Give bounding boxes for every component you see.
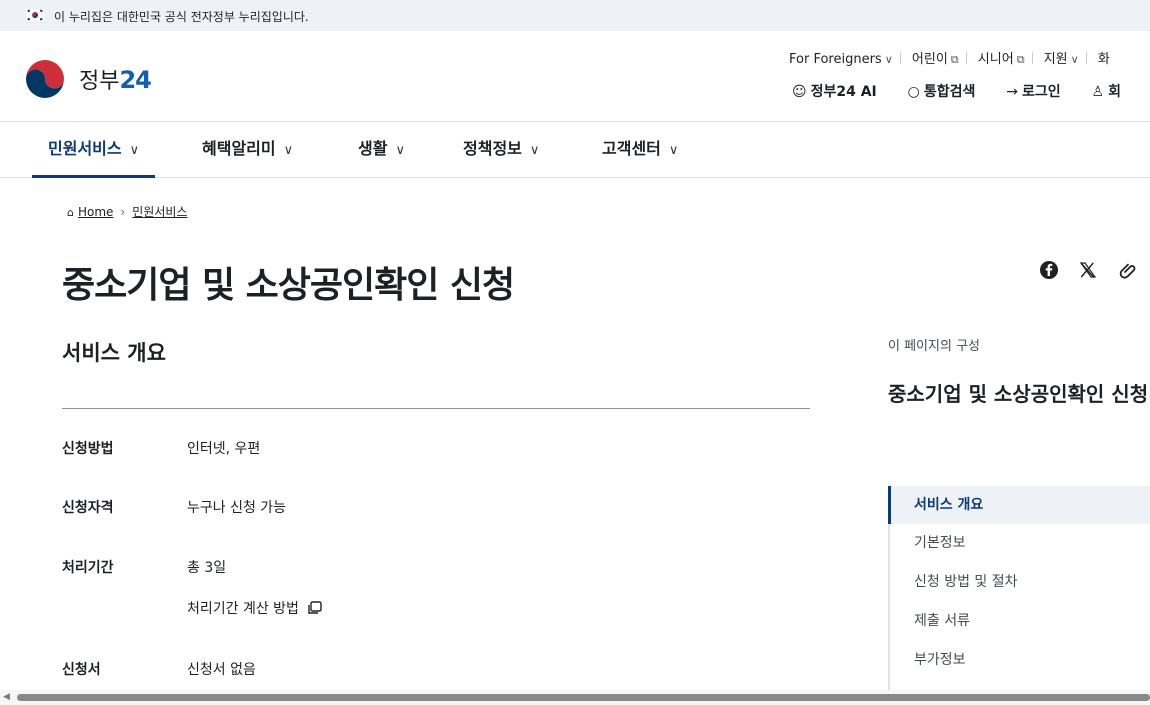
gnb-item-life[interactable]: 생활 ∨ — [358, 122, 405, 178]
popup-window-icon — [308, 601, 323, 614]
signup-button[interactable]: ♙ 회 — [1092, 81, 1121, 101]
chevron-down-icon: ∨ — [668, 143, 679, 158]
util-link-support[interactable]: 지원 ∨ — [1044, 48, 1079, 67]
x-twitter-icon[interactable] — [1078, 260, 1098, 280]
gov24-logo-emblem-icon[interactable] — [22, 56, 68, 102]
external-link-icon: ⧉ — [1016, 53, 1025, 66]
header-actions: ☺ 정부24 AI ○ 통합검색 → 로그인 ♙ 회 — [792, 81, 1147, 101]
facebook-icon[interactable] — [1039, 260, 1059, 280]
processing-period-calc-link[interactable]: 처리기간 계산 방법 — [187, 598, 323, 618]
gnb-item-customer-center[interactable]: 고객센터 ∨ — [602, 122, 678, 178]
toc-caption: 이 페이지의 구성 — [888, 339, 980, 354]
logo-text-number: 24 — [119, 66, 151, 94]
section-title-service-overview: 서비스 개요 — [62, 341, 166, 365]
field-label-processing-period: 처리기간 — [62, 560, 114, 576]
logo-text-prefix: 정부 — [79, 69, 120, 94]
gnb-item-policy[interactable]: 정책정보 ∨ — [463, 122, 539, 178]
chevron-down-icon: ∨ — [283, 143, 294, 158]
site-header: 정부24 For Foreigners ∨ 어린이 ⧉ 시니어 ⧉ 지원 ∨ 화 ☺ 정부… — [0, 31, 1150, 122]
gov-banner-text: 이 누리집은 대한민국 공식 전자정부 누리집입니다. — [54, 10, 309, 24]
chevron-down-icon: ∨ — [395, 143, 405, 158]
field-label-eligibility: 신청자격 — [62, 500, 114, 516]
breadcrumb-separator: › — [120, 205, 126, 219]
toc-list: 서비스 개요 기본정보 신청 방법 및 절차 제출 서류 부가정보 — [888, 486, 1150, 690]
field-value-application-form: 신청서 없음 — [187, 662, 256, 678]
util-link-children[interactable]: 어린이 ⧉ — [912, 48, 959, 67]
ai-robot-icon: ☺ — [792, 84, 807, 100]
home-icon: ⌂ — [67, 206, 74, 219]
chevron-down-icon: ∨ — [529, 143, 540, 158]
gov24-logo-text[interactable]: 정부24 — [79, 63, 152, 95]
util-link-senior[interactable]: 시니어 ⧉ — [978, 48, 1025, 67]
main-navigation: 민원서비스 ∨ 혜택알리미 ∨ 생활 ∨ 정책정보 ∨ 고객센터 ∨ — [0, 122, 1150, 178]
korea-flag-icon — [26, 9, 44, 21]
breadcrumb-home-link[interactable]: Home — [78, 205, 113, 219]
chevron-down-icon: ∨ — [129, 143, 140, 158]
chevron-down-icon: ∨ — [1070, 53, 1079, 66]
breadcrumb-current-link[interactable]: 민원서비스 — [132, 205, 187, 219]
toc-item-apply-procedure[interactable]: 신청 방법 및 절차 — [890, 563, 1150, 601]
breadcrumb: ⌂ Home › 민원서비스 — [67, 203, 187, 220]
gnb-item-civil-services[interactable]: 민원서비스 ∨ — [32, 122, 156, 178]
toc-item-documents[interactable]: 제출 서류 — [890, 602, 1150, 640]
search-icon: ○ — [907, 84, 920, 100]
gov24-ai-button[interactable]: ☺ 정부24 AI — [792, 81, 877, 101]
external-link-icon: ⧉ — [950, 53, 959, 66]
field-value-processing-period: 총 3일 — [187, 560, 227, 576]
utility-links: For Foreigners ∨ 어린이 ⧉ 시니어 ⧉ 지원 ∨ 화 — [789, 48, 1110, 67]
horizontal-scrollbar[interactable]: ◀ — [0, 690, 1150, 705]
util-link-partial[interactable]: 화 — [1098, 48, 1110, 67]
toc-item-service-overview[interactable]: 서비스 개요 — [888, 486, 1150, 524]
scroll-left-arrow-icon[interactable]: ◀ — [3, 692, 10, 702]
gov-official-banner: 이 누리집은 대한민국 공식 전자정부 누리집입니다. — [0, 0, 1150, 31]
scrollbar-thumb[interactable] — [17, 694, 1150, 701]
field-label-application-form: 신청서 — [62, 662, 101, 678]
user-plus-icon: ♙ — [1091, 84, 1105, 100]
field-label-apply-method: 신청방법 — [62, 441, 114, 457]
search-button[interactable]: ○ 통합검색 — [908, 81, 976, 101]
page-title: 중소기업 및 소상공인확인 신청 — [62, 265, 515, 306]
field-value-eligibility: 누구나 신청 가능 — [187, 500, 287, 516]
toc-item-additional-info[interactable]: 부가정보 — [890, 641, 1150, 679]
toc-item-basic-info[interactable]: 기본정보 — [890, 524, 1150, 562]
util-link-for-foreigners[interactable]: For Foreigners ∨ — [789, 52, 893, 67]
toc-title: 중소기업 및 소상공인확인 신청 — [888, 382, 1149, 406]
section-divider — [62, 408, 810, 409]
login-button[interactable]: → 로그인 — [1006, 81, 1060, 101]
gnb-item-benefits[interactable]: 혜택알리미 ∨ — [202, 122, 293, 178]
chevron-down-icon: ∨ — [884, 53, 893, 66]
link-icon[interactable] — [1117, 260, 1137, 280]
field-value-apply-method: 인터넷, 우편 — [187, 441, 261, 457]
login-icon: → — [1006, 84, 1019, 100]
